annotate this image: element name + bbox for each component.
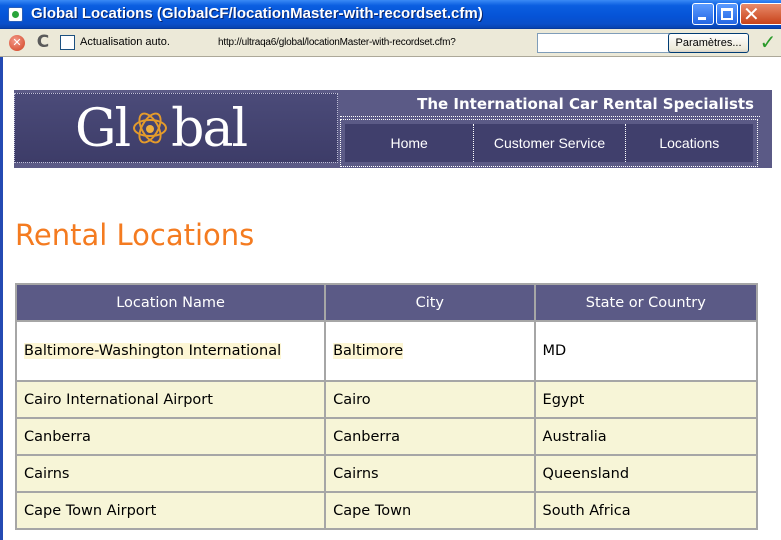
site-logo[interactable]: Gl bal [14, 93, 338, 163]
state-or-country-cell: Queensland [533, 454, 759, 493]
atom-icon [131, 108, 169, 149]
go-icon[interactable]: ✓ [757, 31, 779, 53]
table-row[interactable]: Cape Town Airport Cape Town South Africa [14, 491, 759, 530]
maximize-button[interactable] [716, 3, 738, 25]
city-cell: Canberra [324, 417, 536, 456]
column-header-city: City [324, 283, 536, 322]
url-text[interactable]: http://ultraqa6/global/locationMaster-wi… [218, 37, 456, 48]
table-row[interactable]: Baltimore-Washington International Balti… [14, 320, 759, 382]
settings-button[interactable]: Paramètres... [668, 33, 749, 53]
city-cell: Cape Town [324, 491, 536, 530]
close-button[interactable]: ✕ [740, 2, 781, 26]
main-nav: Home Customer Service Locations [340, 119, 758, 167]
location-name-cell[interactable]: Canberra [14, 417, 327, 456]
browser-toolbar: ✕ C Actualisation auto. http://ultraqa6/… [0, 29, 781, 57]
window-title-bar[interactable]: Global Locations (GlobalCF/locationMaste… [0, 0, 781, 29]
state-or-country-cell: South Africa [533, 491, 759, 530]
location-name-cell[interactable]: Cape Town Airport [14, 491, 327, 530]
location-name-cell[interactable]: Cairns [14, 454, 327, 493]
locations-table: Location Name City State or Country Balt… [14, 283, 759, 530]
state-or-country-cell: Australia [533, 417, 759, 456]
site-tagline: The International Car Rental Specialists [340, 93, 760, 117]
nav-customer-service[interactable]: Customer Service [474, 124, 626, 162]
nav-home[interactable]: Home [345, 124, 475, 162]
state-or-country-cell: MD [533, 320, 759, 382]
window-title: Global Locations (GlobalCF/locationMaste… [31, 5, 483, 22]
table-row[interactable]: Cairns Cairns Queensland [14, 454, 759, 493]
auto-refresh-checkbox[interactable] [60, 35, 75, 50]
stop-icon[interactable]: ✕ [9, 35, 25, 51]
page-title: Rental Locations [15, 218, 255, 252]
minimize-button[interactable] [692, 3, 714, 25]
location-name-cell[interactable]: Cairo International Airport [14, 380, 327, 419]
city-cell: Cairns [324, 454, 536, 493]
logo-text-end: bal [171, 99, 248, 159]
state-or-country-cell: Egypt [533, 380, 759, 419]
city-cell: Cairo [324, 380, 536, 419]
location-name-cell[interactable]: Baltimore-Washington International [14, 320, 327, 382]
column-header-state-or-country: State or Country [533, 283, 759, 322]
table-header-row: Location Name City State or Country [14, 283, 759, 322]
table-row[interactable]: Canberra Canberra Australia [14, 417, 759, 456]
column-header-location-name: Location Name [14, 283, 327, 322]
minimize-icon [698, 17, 706, 20]
refresh-icon[interactable]: C [35, 32, 51, 52]
window-left-border [0, 57, 3, 540]
close-icon: ✕ [743, 2, 760, 26]
auto-refresh-label[interactable]: Actualisation auto. [80, 36, 170, 48]
logo-wordmark: Gl bal [75, 96, 248, 162]
maximize-icon [721, 8, 733, 20]
city-cell: Baltimore [324, 320, 536, 382]
logo-text-start: Gl [75, 99, 131, 159]
nav-locations[interactable]: Locations [625, 124, 754, 162]
table-row[interactable]: Cairo International Airport Cairo Egypt [14, 380, 759, 419]
document-icon [8, 7, 23, 22]
